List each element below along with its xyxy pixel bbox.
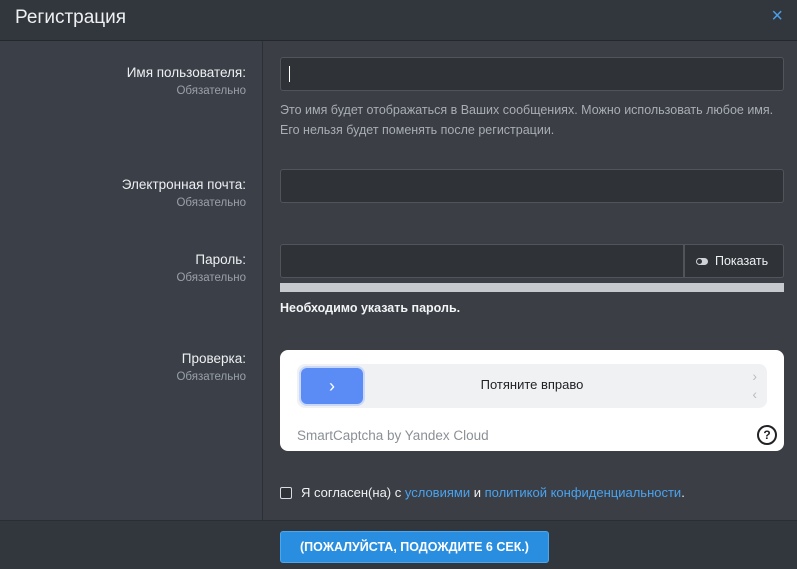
show-password-button[interactable]: Показать — [684, 244, 784, 278]
dialog-footer: (ПОЖАЛУЙСТА, ПОДОЖДИТЕ 6 СЕК.) — [0, 520, 797, 569]
username-label: Имя пользователя: — [126, 65, 246, 80]
dialog-header: Регистрация × — [0, 0, 797, 41]
captcha-slider-handle[interactable]: › — [299, 366, 365, 406]
username-hint: Это имя будет отображаться в Ваших сообщ… — [280, 103, 774, 137]
smart-captcha: Потяните вправо › › ‹ SmartCaptcha by Ya… — [280, 350, 784, 451]
username-input[interactable] — [280, 57, 784, 91]
email-input[interactable] — [280, 169, 784, 203]
password-required: Обязательно — [176, 272, 246, 284]
text-caret — [289, 66, 290, 82]
email-label: Электронная почта: — [121, 177, 246, 192]
chevron-left-small-icon: ‹ — [752, 386, 757, 402]
agree-suffix: . — [681, 485, 685, 500]
privacy-link[interactable]: политикой конфиденциальности — [485, 485, 682, 500]
captcha-slider-track[interactable]: Потяните вправо › › ‹ — [297, 364, 767, 408]
username-required: Обязательно — [176, 85, 246, 97]
captcha-label: Проверка: — [181, 351, 246, 366]
chevron-right-small-icon: › — [752, 368, 757, 384]
captcha-required: Обязательно — [176, 371, 246, 383]
password-strength-meter — [280, 283, 784, 292]
captcha-brand: SmartCaptcha by Yandex Cloud — [297, 428, 489, 443]
register-submit-button[interactable]: (ПОЖАЛУЙСТА, ПОДОЖДИТЕ 6 СЕК.) — [280, 531, 549, 563]
terms-link[interactable]: условиями — [405, 485, 470, 500]
password-error: Необходимо указать пароль. — [280, 301, 461, 315]
agree-row: Я согласен(на) с условиями и политикой к… — [280, 485, 685, 500]
password-input[interactable] — [280, 244, 684, 278]
show-password-label: Показать — [715, 254, 769, 268]
toggle-icon — [696, 257, 708, 265]
agree-prefix: Я согласен(на) с — [301, 485, 405, 500]
dialog-title: Регистрация — [15, 7, 127, 28]
password-label: Пароль: — [195, 252, 246, 267]
agree-checkbox[interactable] — [280, 486, 292, 499]
captcha-slider-text: Потяните вправо — [480, 377, 584, 392]
help-icon[interactable]: ? — [757, 425, 777, 445]
agree-middle: и — [470, 485, 485, 500]
close-icon[interactable]: × — [771, 4, 783, 28]
email-required: Обязательно — [176, 197, 246, 209]
chevron-right-icon: › — [329, 376, 335, 396]
